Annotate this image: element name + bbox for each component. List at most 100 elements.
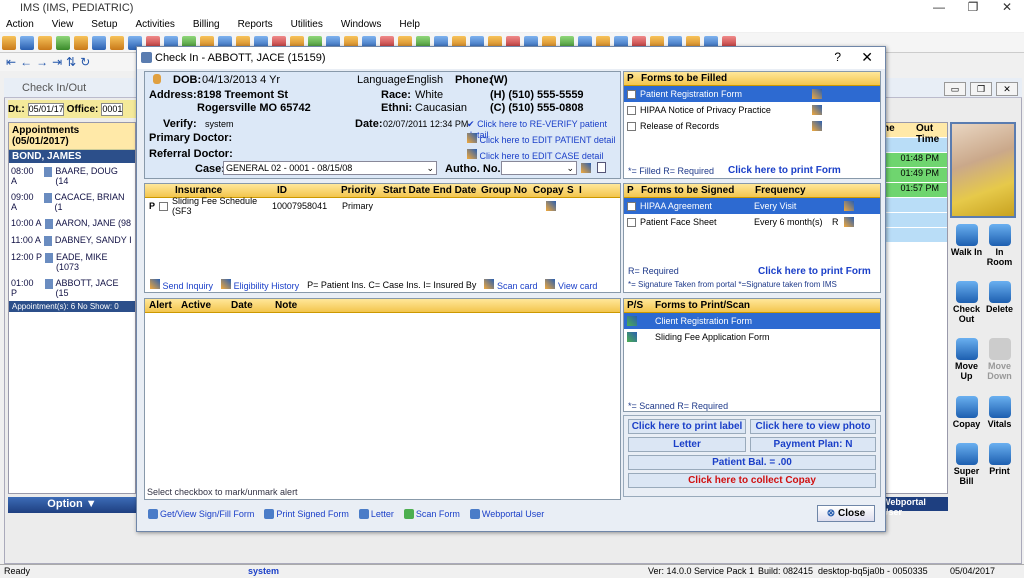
view-photo-button[interactable]: Click here to view photo [750,419,876,434]
sort-icon[interactable]: ⇅ [66,55,76,69]
close-icon[interactable]: ✕ [861,49,873,66]
toolbar-icon[interactable] [56,36,70,50]
list-item[interactable]: 08:00 A BAARE, DOUG (14 [9,163,135,189]
restore-icon[interactable]: ❐ [970,82,992,96]
first-icon[interactable]: ⇤ [6,55,16,69]
edit-icon[interactable] [844,201,854,211]
col-s: S [567,185,574,196]
edit-patient-link[interactable]: Click here to EDIT PATIENT detail [467,133,615,145]
letter-button[interactable]: Letter [628,437,746,452]
letter-link[interactable]: Letter [358,509,394,520]
add-autho-icon[interactable] [581,163,591,173]
table-row[interactable] [881,228,947,242]
table-row[interactable] [881,213,947,227]
table-row[interactable]: P Sliding Fee Schedule (SF3 10007958041 … [145,196,620,216]
check-out-button[interactable]: Check Out [950,281,983,332]
vitals-button[interactable]: Vitals [983,395,1016,437]
edit-case-link[interactable]: Click here to EDIT CASE detail [467,149,603,161]
form-checkbox[interactable] [627,217,636,227]
toolbar-icon[interactable] [20,36,34,50]
form-checkbox[interactable] [627,201,636,211]
table-row[interactable]: 01:57 PM [881,183,947,197]
form-checkbox[interactable] [627,121,636,131]
print-label-button[interactable]: Click here to print label [628,419,746,434]
print-signed-form-link[interactable]: Click here to print Form [758,266,871,277]
list-item[interactable]: 12:00 P EADE, MIKE (1073 [9,249,135,275]
close-icon[interactable]: ✕ [990,0,1024,14]
delete-button[interactable]: Delete [983,281,1016,332]
menu-utilities[interactable]: Utilities [291,19,323,30]
minimize-icon[interactable]: ▭ [944,82,966,96]
document-icon[interactable] [597,162,606,173]
menu-billing[interactable]: Billing [193,19,220,30]
prev-icon[interactable]: ← [20,55,32,69]
list-item[interactable]: 11:00 A DABNEY, SANDY I [9,232,135,249]
print-form-link[interactable]: Click here to print Form [728,165,841,176]
close-button[interactable]: ⊗ Close [817,505,875,522]
last-icon[interactable]: ⇥ [52,55,62,69]
toolbar-icon[interactable] [2,36,16,50]
list-item[interactable]: HIPAA Notice of Privacy Practice [624,102,880,118]
help-button[interactable]: ? [834,50,841,64]
get-view-sign-form-link[interactable]: Get/View Sign/Fill Form [148,509,254,520]
table-row[interactable] [881,198,947,212]
menu-reports[interactable]: Reports [238,19,273,30]
print-signed-form-button[interactable]: Print Signed Form [264,509,349,520]
list-item[interactable]: 01:00 P ABBOTT, JACE (15 [9,275,135,301]
ins-checkbox[interactable] [159,201,169,211]
scan-card-link[interactable]: Scan card [484,279,537,291]
form-checkbox[interactable] [627,89,636,99]
toolbar-icon[interactable] [92,36,106,50]
move-up-button[interactable]: Move Up [950,338,983,389]
toolbar-icon[interactable] [38,36,52,50]
table-row[interactable]: 01:48 PM [881,153,947,167]
menu-help[interactable]: Help [399,19,420,30]
copay-button[interactable]: Copay [950,395,983,437]
super-bill-button[interactable]: Super Bill [950,442,983,494]
menu-view[interactable]: View [52,19,74,30]
list-item[interactable]: Sliding Fee Application Form [624,329,880,345]
list-item[interactable]: Release of Records [624,118,880,134]
move-down-button[interactable]: Move Down [983,338,1016,389]
print-button[interactable]: Print [983,442,1016,494]
menu-action[interactable]: Action [6,19,34,30]
case-select[interactable]: GENERAL 02 - 0001 - 08/15/08 ⌄ [223,161,437,175]
list-item[interactable]: 10:00 A AARON, JANE (98 [9,215,135,232]
autho-select[interactable]: ⌄ [501,161,577,175]
close-icon[interactable]: ✕ [996,82,1018,96]
list-item[interactable]: HIPAA Agreement Every Visit [624,198,880,214]
in-room-button[interactable]: In Room [983,224,1016,275]
eligibility-history-link[interactable]: Eligibility History [221,279,299,291]
toolbar-icon[interactable] [74,36,88,50]
list-item[interactable]: Client Registration Form [624,313,880,329]
scan-form-link[interactable]: Scan Form [403,509,460,520]
date-field[interactable] [27,102,64,116]
form-checkbox[interactable] [627,105,636,115]
signature-icon[interactable] [546,201,557,211]
menu-windows[interactable]: Windows [341,19,382,30]
toolbar-icon[interactable] [110,36,124,50]
menu-activities[interactable]: Activities [135,19,174,30]
refresh-icon[interactable]: ↻ [80,55,90,69]
edit-icon[interactable] [812,89,822,99]
office-field[interactable] [101,102,124,116]
send-inquiry-link[interactable]: Send Inquiry [150,279,213,291]
list-item[interactable]: Patient Face Sheet Every 6 month(s) R [624,214,880,230]
table-row[interactable]: 01:49 PM [881,168,947,182]
list-item[interactable]: Patient Registration Form [624,86,880,102]
doctor-row[interactable]: BOND, JAMES [9,150,135,163]
edit-icon[interactable] [812,121,822,131]
restore-icon[interactable]: ❐ [956,0,990,14]
next-icon[interactable]: → [36,55,48,69]
edit-icon[interactable] [812,105,822,115]
walk-in-button[interactable]: Walk In [950,224,983,275]
list-item[interactable]: 09:00 A CACACE, BRIAN (1 [9,189,135,215]
view-card-link[interactable]: View card [545,279,597,291]
edit-icon[interactable] [844,217,854,227]
payment-plan-button[interactable]: Payment Plan: N [750,437,876,452]
minimize-icon[interactable]: — [922,0,956,14]
option-button[interactable]: Option ▼ [8,497,136,513]
menu-setup[interactable]: Setup [91,19,117,30]
webportal-user-link[interactable]: Webportal User [469,509,544,520]
collect-copay-button[interactable]: Click here to collect Copay [628,473,876,488]
